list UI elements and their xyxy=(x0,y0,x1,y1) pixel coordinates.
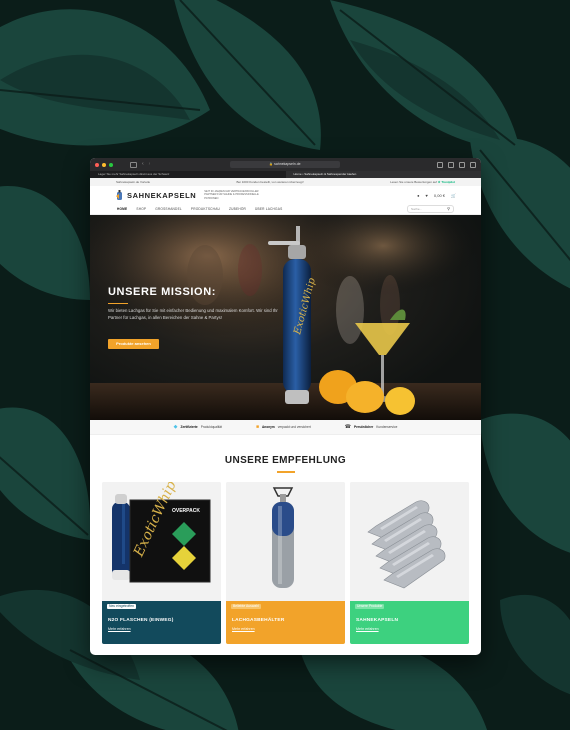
headset-icon: ☎ xyxy=(344,424,351,430)
maximize-window-button[interactable] xyxy=(109,162,113,167)
wishlist-heart-icon[interactable]: ♥ xyxy=(426,193,428,198)
feature-item: ■ Anonym verpackt und versichert xyxy=(256,424,311,430)
browser-tab-active[interactable]: Home • Sahnekapseln & Sahnespender kaufe… xyxy=(285,171,481,178)
product-badge: Neu eingetroffen xyxy=(107,603,137,609)
topbar-center-text: Bei 1000 Kunden bestellt, von weiteren ü… xyxy=(236,180,304,184)
header-slogan: SEIT 30 JAHREN IHR VERTRAUENSVOLLER PART… xyxy=(204,190,259,200)
minimize-window-button[interactable] xyxy=(102,162,106,167)
search-placeholder: Suche... xyxy=(411,207,423,211)
topbar-left-text[interactable]: Sahnekapseln.de Vorteile xyxy=(116,180,150,184)
main-navigation: HOME SHOP GROSSHANDEL PRODUKTSCHAU ZUBEH… xyxy=(90,204,481,215)
nav-item-home[interactable]: HOME xyxy=(117,207,127,211)
product-image: ExoticWhip OVERPACK xyxy=(102,481,221,601)
package-icon: ■ xyxy=(255,424,259,430)
feature-bold: Anonym xyxy=(262,425,275,429)
product-badge: Beliebte Auswahl xyxy=(231,603,261,609)
box-label: OVERPACK xyxy=(172,508,200,514)
logo-icon[interactable] xyxy=(115,189,124,201)
section-accent-line xyxy=(276,471,295,473)
diamond-icon: ◆ xyxy=(173,424,178,430)
forward-arrow-icon[interactable]: › xyxy=(149,161,151,168)
cart-amount[interactable]: 0,00 € xyxy=(434,193,445,198)
product-card-footer: Neu eingetroffen N2O FLASCHEN (EINWEG) M… xyxy=(102,600,221,644)
product-badge: Unsere Produkte xyxy=(355,603,385,609)
trustpilot-logo[interactable]: ★ Trustpilot xyxy=(438,180,455,184)
product-more-link[interactable]: Mehr erfahren xyxy=(108,627,131,631)
feature-item: ☎ Persönlicher Kundenservice xyxy=(345,424,398,430)
new-tab-icon[interactable] xyxy=(459,162,465,168)
hero-cta-button[interactable]: Produkte ansehen xyxy=(108,339,159,349)
hero-description: Wir bieten Lachgas für Sie mit einfacher… xyxy=(108,308,278,320)
nav-item-grosshandel[interactable]: GROSSHANDEL xyxy=(155,207,182,211)
section-title: UNSERE EMPFEHLUNG xyxy=(224,455,347,466)
nav-item-ueber-lachgas[interactable]: ÜBER LACHGAS xyxy=(255,207,282,211)
back-arrow-icon[interactable]: ‹ xyxy=(142,161,144,168)
product-card-footer: Beliebte Auswahl LACHGASBEHÄLTER Mehr er… xyxy=(226,600,345,644)
product-card-footer: Unsere Produkte SAHNEKAPSELN Mehr erfahr… xyxy=(350,600,469,644)
feature-bold: Persönlicher xyxy=(353,425,374,429)
hero-accent-line xyxy=(108,303,128,304)
browser-titlebar: ‹ › 🔒 sahnekapseln.de xyxy=(90,158,481,171)
product-card[interactable]: ExoticWhip OVERPACK Neu eingetroffen N2O… xyxy=(102,481,221,644)
nav-item-zubehoer[interactable]: ZUBEHÖR xyxy=(229,207,246,211)
site-header: SAHNEKAPSELN SEIT 30 JAHREN IHR VERTRAUE… xyxy=(90,186,481,204)
search-input[interactable]: Suche... ⚲ xyxy=(407,205,454,213)
sidebar-toggle-icon[interactable] xyxy=(130,161,137,168)
feature-text: Produktqualität xyxy=(200,425,222,429)
feature-text: verpackt und versichert xyxy=(277,425,311,429)
address-bar[interactable]: 🔒 sahnekapseln.de xyxy=(230,161,340,168)
product-card[interactable]: Beliebte Auswahl LACHGASBEHÄLTER Mehr er… xyxy=(226,481,345,644)
feature-text: Kundenservice xyxy=(376,425,398,429)
share-icon[interactable] xyxy=(448,162,454,168)
hero-title: UNSERE MISSION: xyxy=(108,286,217,298)
product-cards: ExoticWhip OVERPACK Neu eingetroffen N2O… xyxy=(90,481,481,644)
product-more-link[interactable]: Mehr erfahren xyxy=(356,627,379,631)
product-title[interactable]: SAHNEKAPSELN xyxy=(356,618,398,623)
feature-item: ◆ Zertifizierte Produktqualität xyxy=(174,424,222,430)
feature-bold: Zertifizierte xyxy=(180,425,198,429)
product-title[interactable]: N2O FLASCHEN (EINWEG) xyxy=(108,618,174,623)
browser-tabbar: Lager Sie mehr Sahnekapseln direkt aus d… xyxy=(90,171,481,178)
gas-cylinder-product-image xyxy=(272,486,294,588)
lock-icon: 🔒 xyxy=(269,162,274,166)
topbar-right-text: Lesen Sie unsere Bewertungen auf xyxy=(390,180,437,184)
product-image xyxy=(226,481,345,601)
account-icon[interactable]: ● xyxy=(417,193,419,198)
top-info-bar: Sahnekapseln.de Vorteile Bei 1000 Kunden… xyxy=(90,178,481,186)
logo-text[interactable]: SAHNEKAPSELN xyxy=(127,191,196,200)
browser-window: ‹ › 🔒 sahnekapseln.de Lager Sie mehr Sah… xyxy=(90,158,481,655)
close-window-button[interactable] xyxy=(95,162,99,167)
tab-overview-icon[interactable] xyxy=(470,162,476,168)
hero-banner: ExoticWhip UNSERE MISSION: Wir bieten La… xyxy=(90,215,481,420)
product-title[interactable]: LACHGASBEHÄLTER xyxy=(232,618,284,623)
product-image xyxy=(350,481,469,601)
product-card[interactable]: Unsere Produkte SAHNEKAPSELN Mehr erfahr… xyxy=(350,481,469,644)
download-icon[interactable] xyxy=(437,162,443,168)
product-more-link[interactable]: Mehr erfahren xyxy=(232,627,255,631)
cart-icon[interactable]: 🛒 xyxy=(451,193,456,198)
cream-chargers-product-image xyxy=(367,499,446,588)
n2o-bottle-product-image: ExoticWhip OVERPACK xyxy=(112,482,211,582)
nav-item-produktschau[interactable]: PRODUKTSCHAU xyxy=(191,207,220,211)
browser-tab[interactable]: Lager Sie mehr Sahnekapseln direkt aus d… xyxy=(90,171,286,178)
search-icon[interactable]: ⚲ xyxy=(447,206,450,212)
feature-bar: ◆ Zertifizierte Produktqualität ■ Anonym… xyxy=(90,420,481,435)
url-text: sahnekapseln.de xyxy=(274,162,301,166)
nav-item-shop[interactable]: SHOP xyxy=(136,207,146,211)
